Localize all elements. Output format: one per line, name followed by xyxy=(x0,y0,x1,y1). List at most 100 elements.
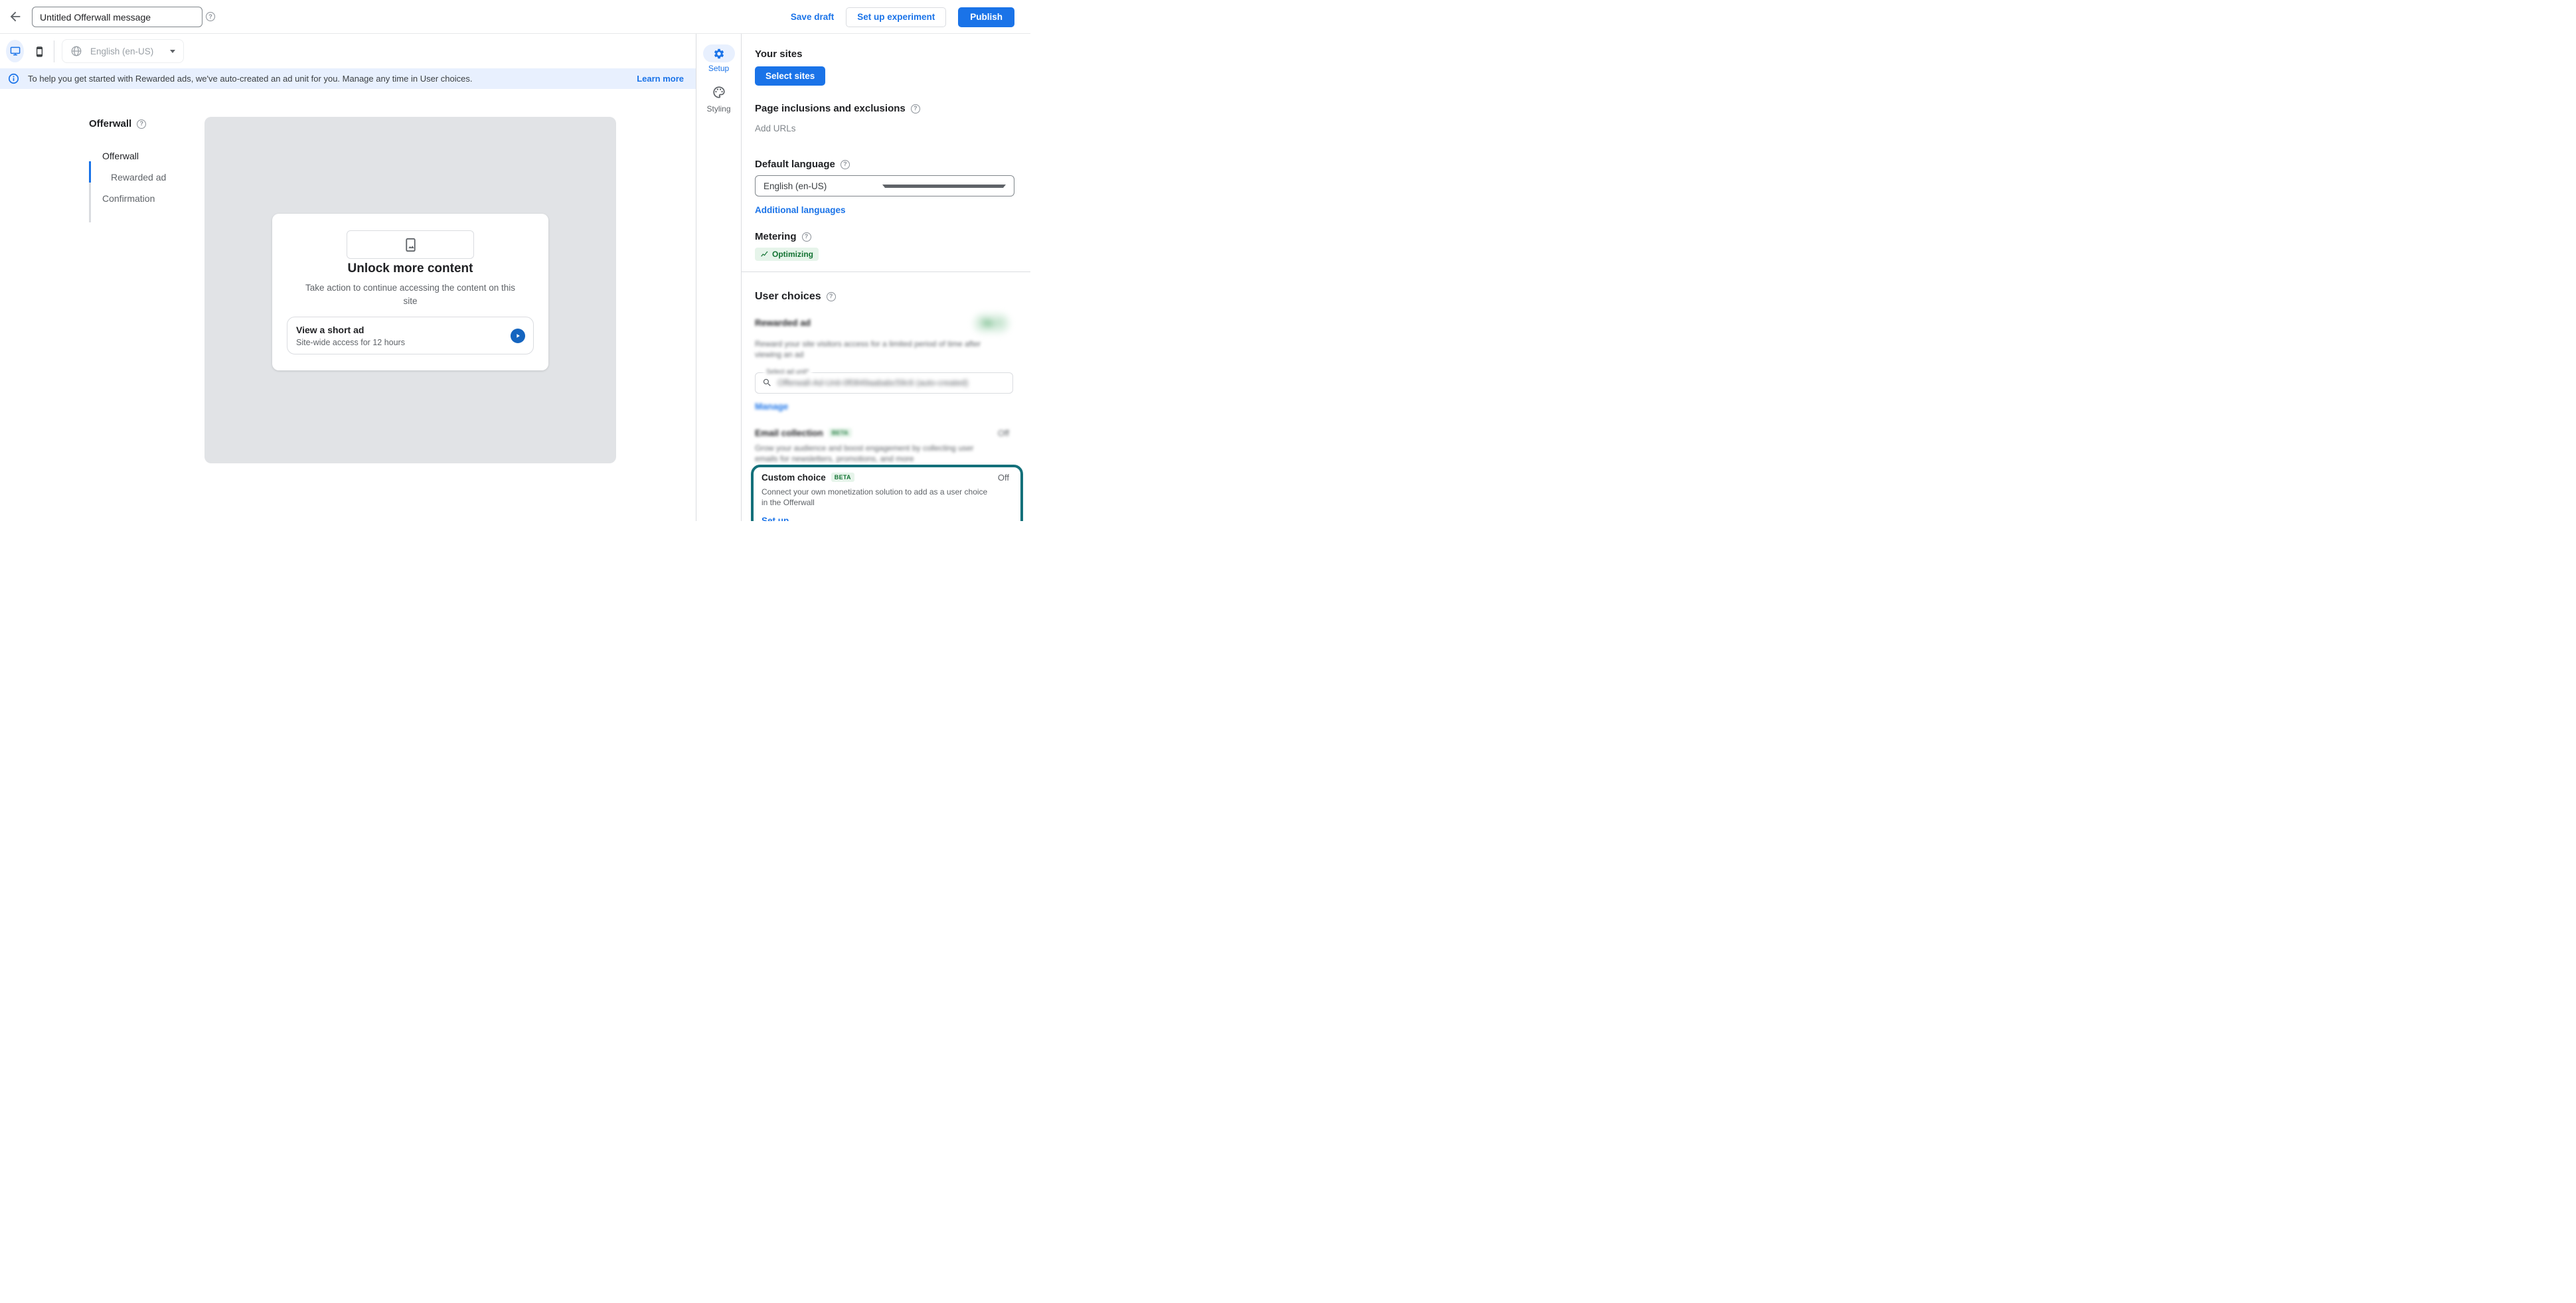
email-beta-badge: BETA xyxy=(829,428,852,437)
user-choices-heading: User choices ? xyxy=(755,291,1017,303)
settings-rail: Setup Styling xyxy=(696,34,741,114)
set-up-experiment-button[interactable]: Set up experiment xyxy=(846,7,946,27)
chevron-down-icon xyxy=(997,322,1001,325)
chevron-down-icon xyxy=(882,185,1006,188)
default-language-value: English (en-US) xyxy=(764,181,882,191)
custom-choice-row: Custom choice BETA Off xyxy=(762,473,1017,483)
arrow-back-icon xyxy=(8,9,23,24)
custom-choice-set-up-link[interactable]: Set up xyxy=(762,516,789,522)
chevron-down-icon xyxy=(170,50,175,53)
custom-choice-section: Custom choice BETA Off Connect your own … xyxy=(755,473,1017,522)
custom-choice-description: Connect your own monetization solution t… xyxy=(762,487,991,508)
custom-choice-label: Custom choice xyxy=(762,473,826,483)
top-bar-actions: Save draft Set up experiment Publish xyxy=(791,0,1014,34)
default-language-heading: Default language ? xyxy=(755,159,1017,170)
message-structure-nav: Offerwall ? Offerwall Rewarded ad Confir… xyxy=(89,118,205,209)
custom-choice-name: Custom choice BETA xyxy=(762,473,854,483)
add-urls-input[interactable]: Add URLs xyxy=(755,123,1017,133)
tab-setup[interactable]: Setup xyxy=(696,44,741,73)
title-help-icon[interactable]: ? xyxy=(206,12,215,21)
learn-more-link[interactable]: Learn more xyxy=(637,74,684,84)
rewarded-ad-status: On xyxy=(982,319,993,328)
offerwall-help-icon[interactable]: ? xyxy=(137,119,146,129)
offerwall-preview-card: Unlock more content Take action to conti… xyxy=(272,214,548,370)
your-sites-label: Your sites xyxy=(755,48,802,60)
setup-active-pill xyxy=(703,44,735,62)
nav-item-rewarded-ad[interactable]: Rewarded ad xyxy=(89,167,205,188)
banner-text: To help you get started with Rewarded ad… xyxy=(28,74,472,84)
default-language-label: Default language xyxy=(755,159,835,170)
additional-languages-link[interactable]: Additional languages xyxy=(755,205,846,215)
nav-items: Offerwall Rewarded ad Confirmation xyxy=(89,145,205,209)
user-choices-help-icon[interactable]: ? xyxy=(827,292,836,301)
nav-item-offerwall[interactable]: Offerwall xyxy=(89,145,205,167)
desktop-icon xyxy=(9,45,21,57)
back-button[interactable] xyxy=(7,9,23,25)
offerwall-editor-screen: ? Save draft Set up experiment Publish xyxy=(0,0,1030,521)
top-bar: ? Save draft Set up experiment Publish xyxy=(0,0,1030,34)
view-ad-option-subtitle: Site-wide access for 12 hours xyxy=(296,338,405,347)
email-collection-label: Email collection xyxy=(755,428,823,438)
ad-unit-field-label: Select ad unit* xyxy=(764,368,812,376)
nav-rail-active-indicator xyxy=(89,161,91,183)
left-nav-title: Offerwall xyxy=(89,118,131,129)
page-inclusions-heading: Page inclusions and exclusions ? xyxy=(755,103,1017,114)
custom-choice-status: Off xyxy=(998,473,1009,483)
rewarded-ad-toggle[interactable]: On xyxy=(974,314,1009,333)
select-sites-button[interactable]: Select sites xyxy=(755,66,825,86)
ad-unit-select-field[interactable]: Select ad unit* Offerwall-Ad-Unit-0f0849… xyxy=(755,372,1013,394)
view-ad-option[interactable]: View a short ad Site-wide access for 12 … xyxy=(287,317,534,354)
rewarded-ad-name: Rewarded ad xyxy=(755,318,811,328)
preview-language-value: English (en-US) xyxy=(90,46,162,56)
mobile-icon xyxy=(34,44,45,60)
setup-panel: Your sites Select sites Page inclusions … xyxy=(742,34,1030,521)
offerwall-preview-canvas: Unlock more content Take action to conti… xyxy=(204,117,616,463)
email-collection-row: Email collection BETA Off xyxy=(755,428,1017,438)
globe-icon xyxy=(70,45,82,57)
nav-item-confirmation[interactable]: Confirmation xyxy=(89,188,205,209)
manage-link[interactable]: Manage xyxy=(755,402,788,412)
panel-divider xyxy=(742,271,1030,272)
metering-label: Metering xyxy=(755,231,797,242)
page-inclusions-help-icon[interactable]: ? xyxy=(911,104,920,114)
rewarded-ad-row: Rewarded ad On xyxy=(755,314,1017,333)
gear-icon xyxy=(713,48,725,60)
palette-icon xyxy=(712,85,726,100)
your-sites-heading: Your sites xyxy=(755,48,1017,60)
metering-status-badge: Optimizing xyxy=(755,248,819,261)
mobile-preview-toggle[interactable] xyxy=(32,43,46,60)
custom-choice-beta-badge: BETA xyxy=(831,473,854,482)
publish-button[interactable]: Publish xyxy=(958,7,1014,27)
logo-placeholder-box xyxy=(347,230,474,259)
left-nav-heading: Offerwall ? xyxy=(89,118,205,129)
email-collection-description: Grow your audience and boost engagement … xyxy=(755,443,984,464)
info-banner: To help you get started with Rewarded ad… xyxy=(0,68,696,89)
user-choices-label: User choices xyxy=(755,291,821,303)
email-collection-name: Email collection BETA xyxy=(755,428,852,438)
play-icon xyxy=(515,333,521,339)
default-language-help-icon[interactable]: ? xyxy=(841,160,850,169)
metering-help-icon[interactable]: ? xyxy=(802,232,811,242)
default-language-select[interactable]: English (en-US) xyxy=(755,175,1014,196)
image-placeholder-icon xyxy=(405,238,416,252)
ad-unit-value: Offerwall-Ad-Unit-0f0849aababc59c6 (auto… xyxy=(777,378,968,388)
preview-toolbar: English (en-US) xyxy=(0,35,696,68)
tab-styling-label: Styling xyxy=(696,104,741,114)
preview-language-dropdown[interactable]: English (en-US) xyxy=(62,39,184,63)
optimizing-icon xyxy=(760,250,769,259)
metering-heading: Metering ? xyxy=(755,231,1017,242)
page-inclusions-label: Page inclusions and exclusions xyxy=(755,103,906,114)
tab-setup-label: Setup xyxy=(696,64,741,73)
email-collection-status: Off xyxy=(998,428,1009,438)
info-icon xyxy=(8,73,19,84)
message-title-input[interactable] xyxy=(32,7,202,27)
view-ad-option-title: View a short ad xyxy=(296,325,364,335)
preview-subtitle: Take action to continue accessing the co… xyxy=(301,281,520,308)
metering-status-text: Optimizing xyxy=(772,250,813,259)
search-icon xyxy=(762,378,772,388)
preview-title: Unlock more content xyxy=(272,262,548,276)
tab-styling[interactable]: Styling xyxy=(696,73,741,114)
save-draft-button[interactable]: Save draft xyxy=(791,12,834,22)
play-button[interactable] xyxy=(511,329,525,343)
desktop-preview-toggle[interactable] xyxy=(6,40,24,62)
